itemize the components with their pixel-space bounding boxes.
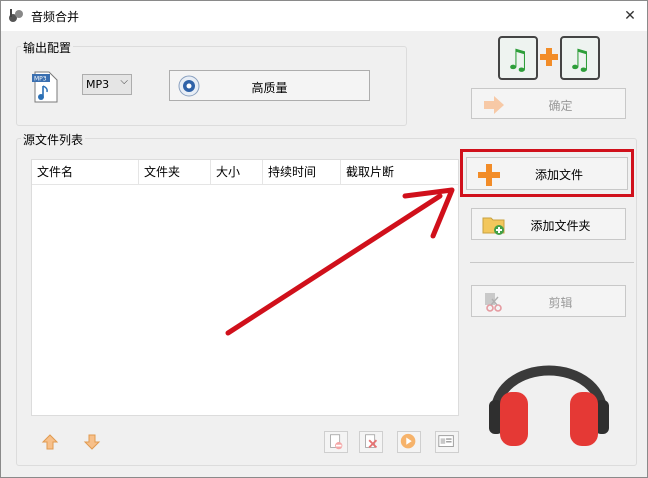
output-config-label: 输出配置 [21, 39, 74, 56]
headphones-icon [489, 365, 609, 446]
mp3-file-icon: MP3 [32, 71, 58, 103]
column-clip[interactable]: 截取片断 [341, 160, 459, 184]
confirm-button[interactable]: 确定 [471, 88, 626, 119]
svg-text:♫: ♫ [567, 43, 592, 76]
svg-text:♫: ♫ [505, 43, 530, 76]
add-folder-button-label: 添加文件夹 [530, 219, 591, 233]
remove-file-button[interactable] [324, 431, 348, 453]
highlight-box [460, 149, 634, 197]
source-list-label: 源文件列表 [21, 131, 86, 148]
arrow-up-icon[interactable] [41, 433, 59, 451]
close-button[interactable]: ✕ [619, 5, 641, 27]
remove-file-icon [330, 434, 343, 450]
format-select[interactable]: MP3 ⌵ [82, 74, 132, 95]
title-bar: 音频合并 ✕ [1, 1, 647, 31]
quality-button[interactable]: 高质量 [169, 70, 370, 101]
edit-button-label: 剪辑 [548, 296, 573, 310]
column-filename[interactable]: 文件名 [32, 160, 139, 184]
svg-text:MP3: MP3 [34, 76, 47, 83]
music-merge-icon: ♫ ♫ [498, 36, 600, 80]
edit-button[interactable]: 剪辑 [471, 285, 626, 317]
column-duration[interactable]: 持续时间 [263, 160, 341, 184]
file-table-header: 文件名 文件夹 大小 持续时间 截取片断 [32, 160, 458, 185]
info-button[interactable] [435, 431, 459, 453]
confirm-button-label: 确定 [548, 99, 573, 113]
clear-list-button[interactable] [359, 431, 383, 453]
column-size[interactable]: 大小 [211, 160, 263, 184]
play-icon [400, 433, 416, 449]
arrow-down-icon[interactable] [83, 433, 101, 451]
audio-merge-icon [9, 9, 23, 22]
info-card-icon [438, 435, 454, 447]
app-window: 音频合并 ✕ 输出配置 MP3 MP3 ⌵ 高质量 ♫ ♫ 确定 源文件列表 文… [0, 0, 648, 478]
play-button[interactable] [397, 431, 421, 453]
add-folder-button[interactable]: 添加文件夹 [471, 208, 626, 240]
file-table[interactable]: 文件名 文件夹 大小 持续时间 截取片断 [31, 159, 459, 416]
divider [470, 262, 634, 263]
quality-button-label: 高质量 [251, 81, 288, 95]
clear-list-icon [365, 434, 378, 449]
column-folder[interactable]: 文件夹 [139, 160, 211, 184]
window-title: 音频合并 [31, 10, 80, 24]
format-select-value: MP3 [86, 78, 110, 91]
chevron-down-icon: ⌵ [120, 76, 128, 87]
